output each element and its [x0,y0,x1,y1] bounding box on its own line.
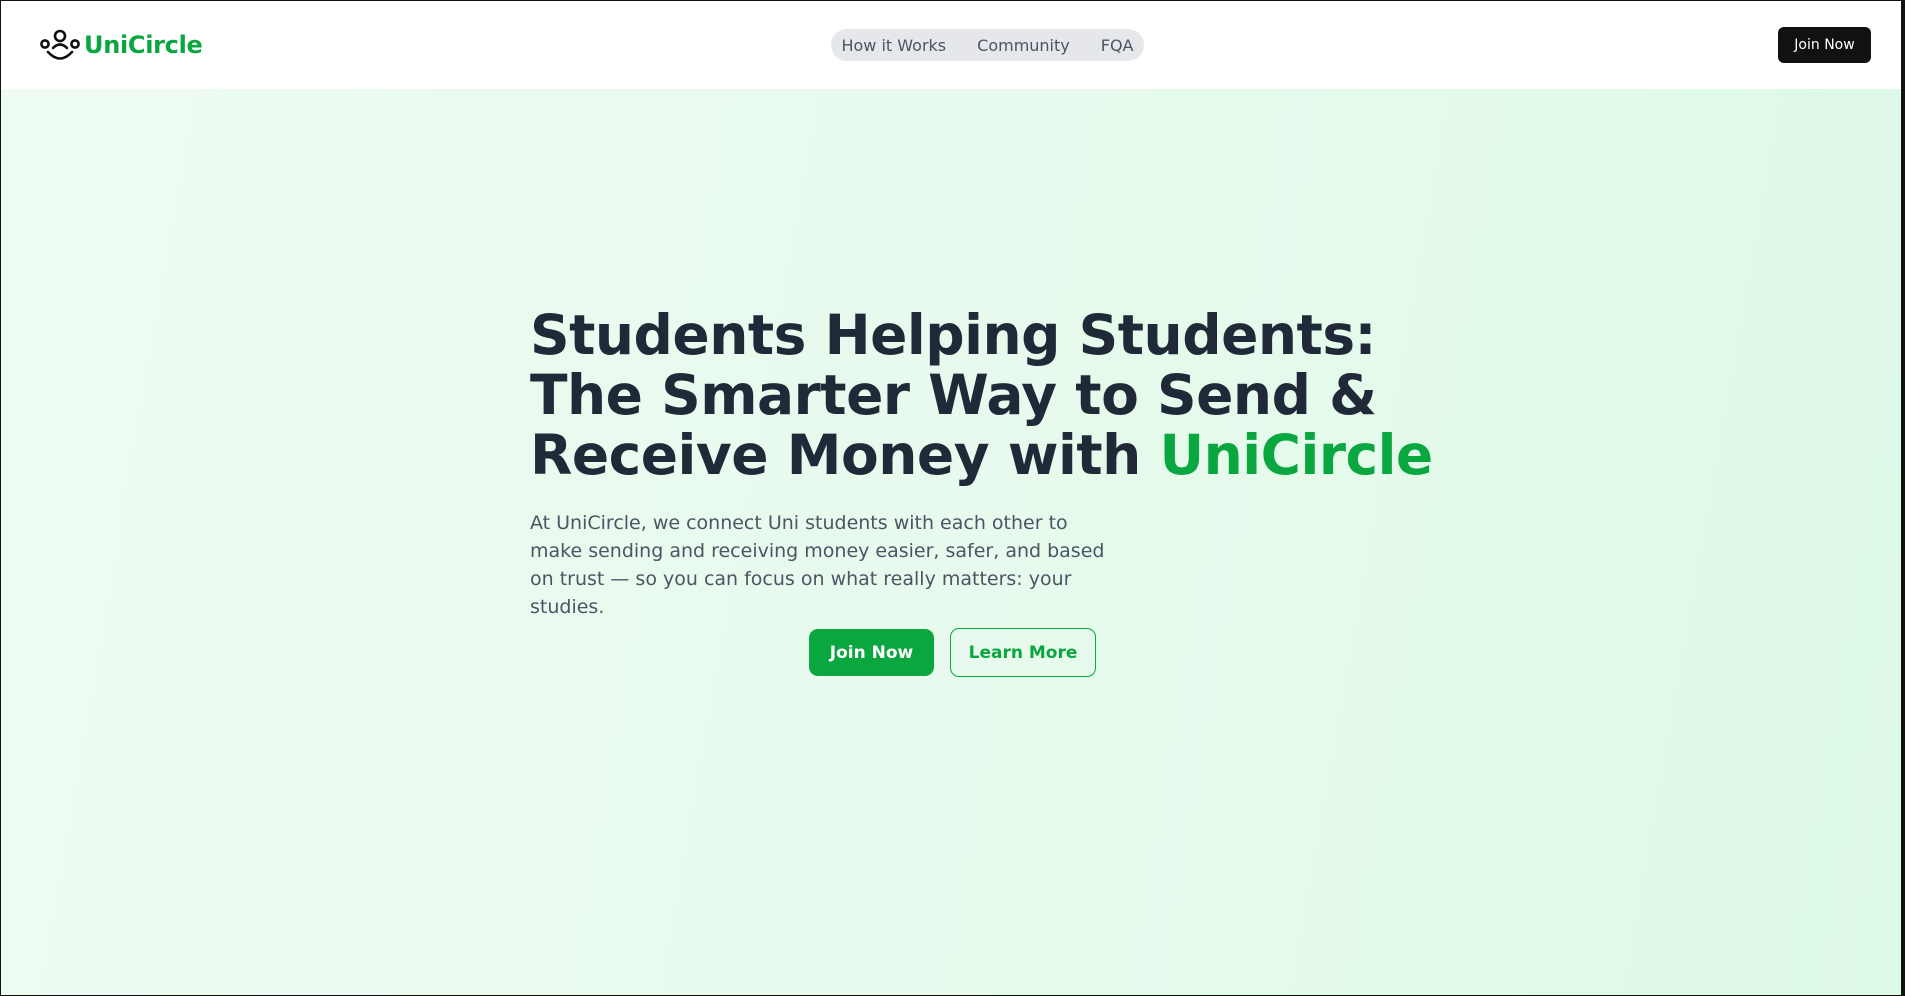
nav-item-how-it-works[interactable]: How it Works [841,36,946,55]
hero-title: Students Helping Students: The Smarter W… [530,303,1433,487]
hero-title-brand-accent: UniCircle [1159,423,1433,487]
people-circle-icon [40,29,80,60]
hero-title-line-2: The Smarter Way to Send & [530,363,1377,427]
nav-item-community[interactable]: Community [977,36,1070,55]
brand[interactable]: UniCircle [40,27,203,63]
join-now-button[interactable]: Join Now [809,629,934,676]
hero-description: At UniCircle, we connect Uni students wi… [530,512,1105,618]
site-header: UniCircle How it Works Community FQA Joi… [1,1,1901,89]
nav-item-fqa[interactable]: FQA [1101,36,1134,55]
header-join-button[interactable]: Join Now [1778,27,1871,63]
page: UniCircle How it Works Community FQA Joi… [0,0,1905,996]
hero-title-line-1: Students Helping Students: [530,303,1377,367]
main-nav: How it Works Community FQA [831,29,1144,61]
brand-name: UniCircle [84,31,203,59]
hero-title-line-3: Receive Money with UniCircle [530,423,1433,487]
hero-title-line-3-text: Receive Money with [530,423,1160,487]
learn-more-button[interactable]: Learn More [950,628,1096,677]
